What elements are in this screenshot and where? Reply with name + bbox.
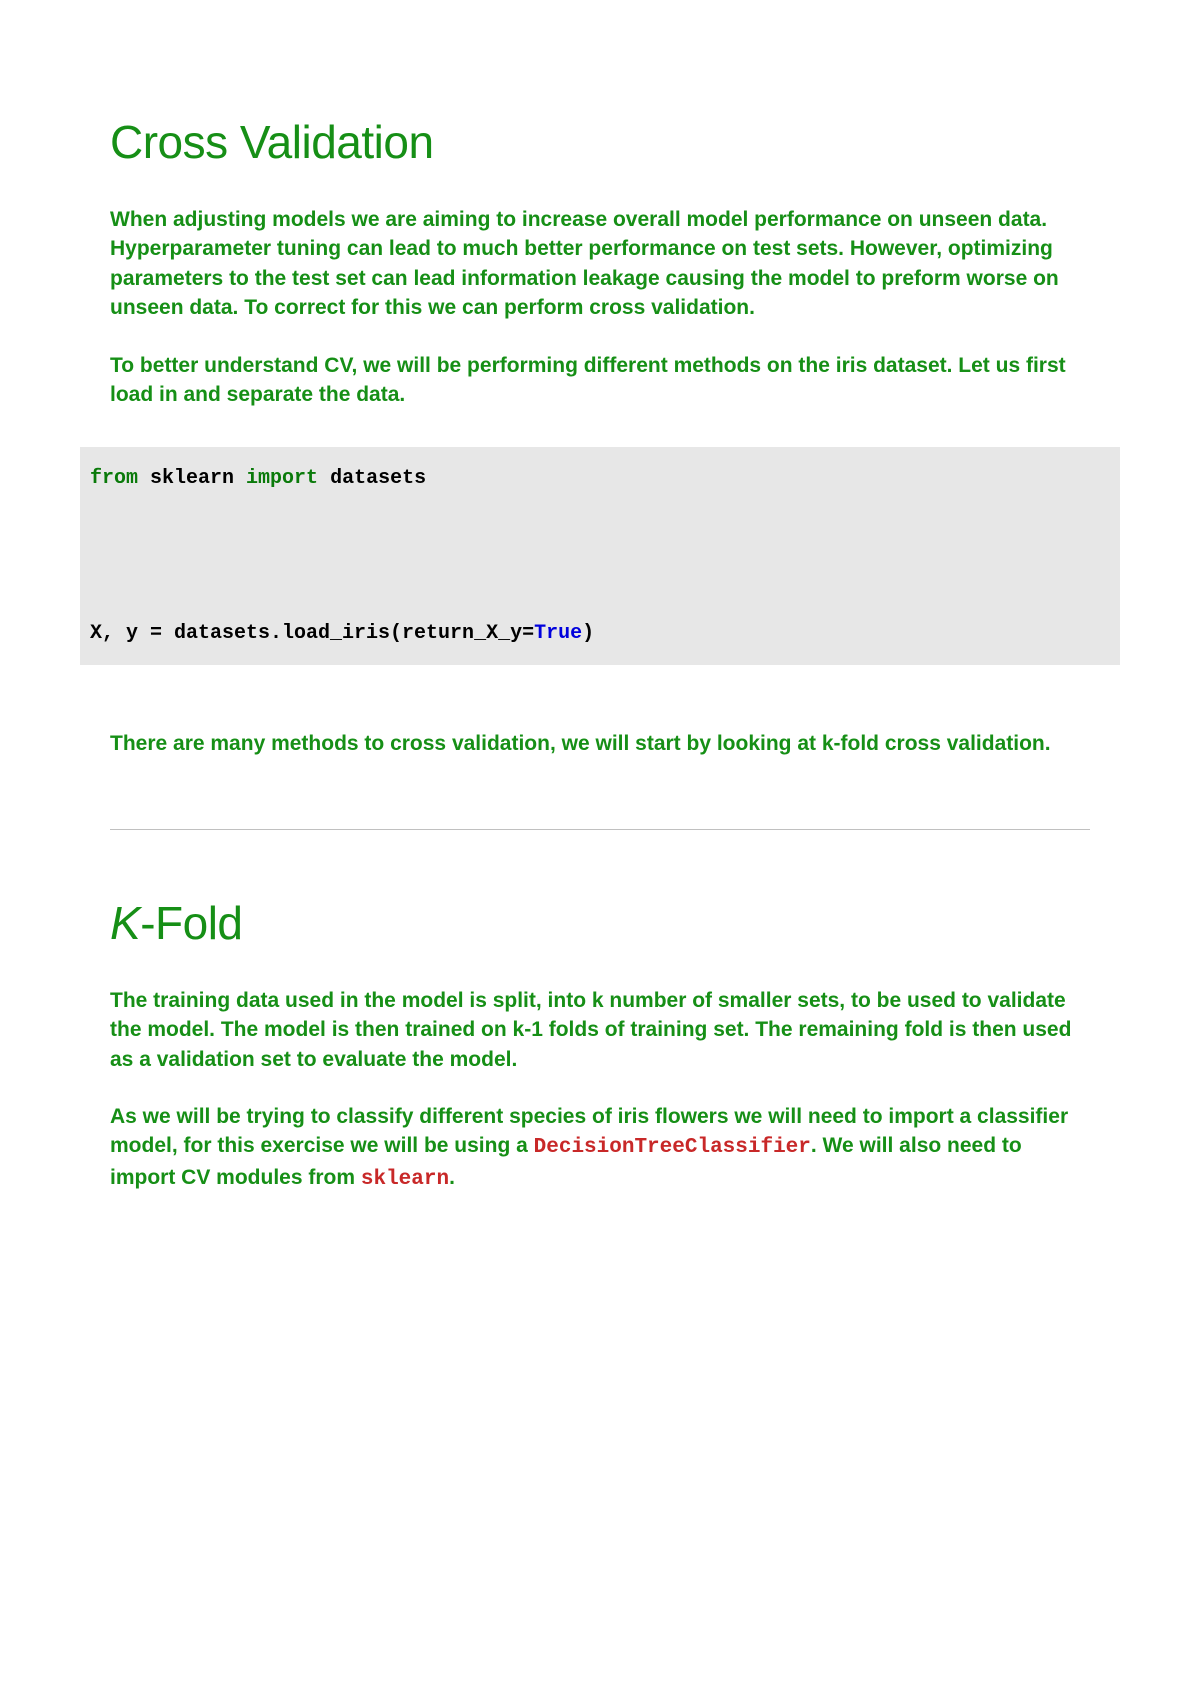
paragraph: To better understand CV, we will be perf…	[110, 351, 1090, 410]
code-text: X, y = datasets.load_iris(return_X_y=	[90, 622, 534, 645]
paragraph: As we will be trying to classify differe…	[110, 1102, 1090, 1194]
paragraph: The training data used in the model is s…	[110, 986, 1090, 1074]
bool-true: True	[534, 622, 582, 645]
keyword-from: from	[90, 467, 138, 490]
code-text: sklearn	[138, 467, 246, 490]
code-text: )	[582, 622, 594, 645]
title-italic: K	[110, 897, 140, 949]
code-text: datasets	[318, 467, 426, 490]
title-rest: -Fold	[140, 897, 242, 949]
inline-code: DecisionTreeClassifier	[534, 1136, 811, 1159]
inline-code: sklearn	[361, 1168, 449, 1191]
section-title-kfold: K-Fold	[110, 896, 1090, 950]
divider	[110, 829, 1090, 830]
section-title-cross-validation: Cross Validation	[110, 115, 1090, 169]
code-block: from sklearn import datasets X, y = data…	[80, 447, 1120, 665]
paragraph: When adjusting models we are aiming to i…	[110, 205, 1090, 323]
paragraph: There are many methods to cross validati…	[110, 729, 1090, 758]
keyword-import: import	[246, 467, 318, 490]
text-span: .	[449, 1166, 455, 1189]
